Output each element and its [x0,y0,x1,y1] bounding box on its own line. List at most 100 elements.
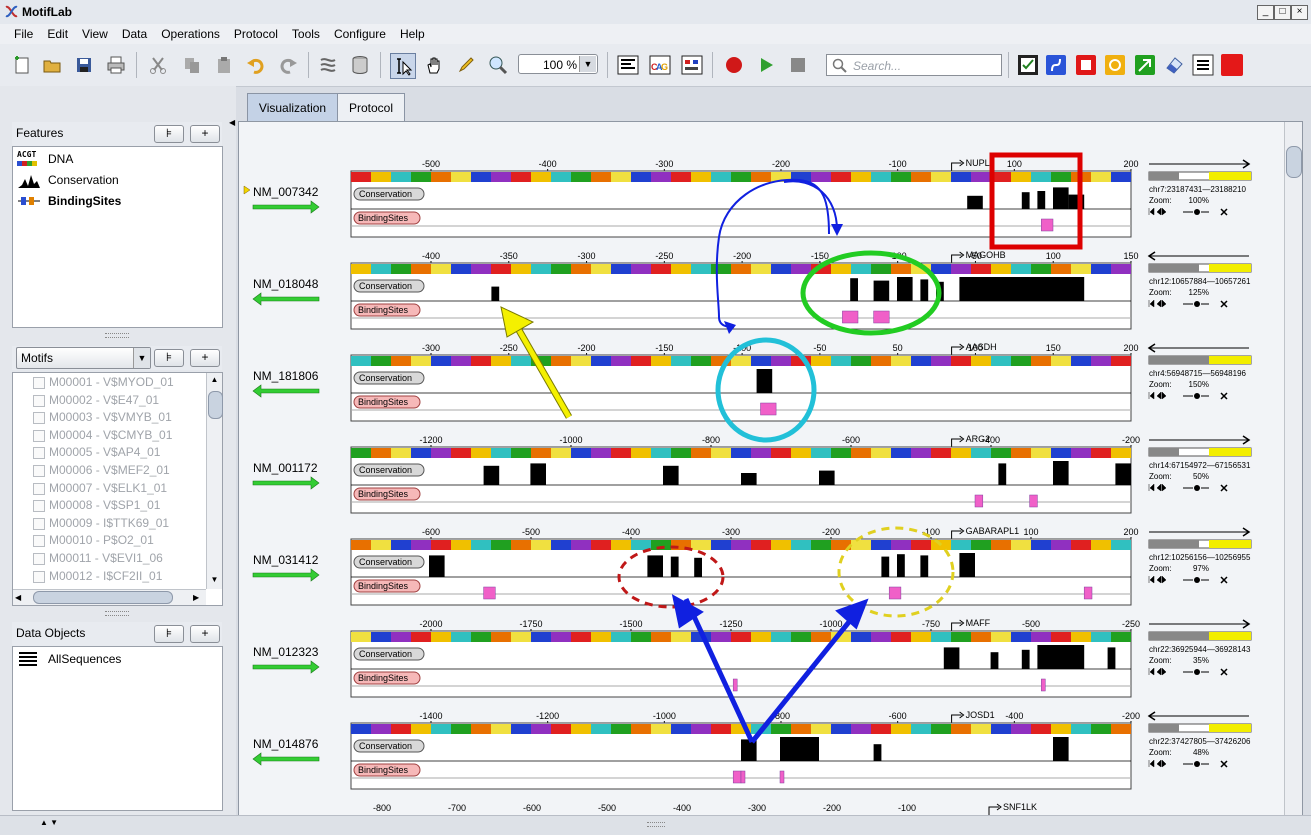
binding-site-mark[interactable] [483,586,496,600]
menu-lines-icon[interactable] [1191,53,1215,77]
close-track-icon[interactable] [1220,208,1228,216]
close-track-icon[interactable] [1220,484,1228,492]
play-icon[interactable] [754,53,778,77]
copy-icon[interactable] [180,53,204,77]
maximize-button[interactable]: □ [1274,5,1291,20]
motif-list-item[interactable]: M00006 - V$MEF2_01 [33,463,203,480]
square-marker-icon[interactable] [1074,53,1098,77]
chevron-down-icon[interactable]: ▼ [579,56,596,72]
zoom-slider-icon[interactable] [1194,393,1200,399]
motif-list-item[interactable]: M00001 - V$MYOD_01 [33,375,203,392]
hand-tool-icon[interactable] [422,53,446,77]
binding-site-mark[interactable] [1041,218,1054,232]
sequence-track-nm_012323[interactable]: NM_012323-2000 -1750 -1500 -1250 -1000 -750 -5… [252,618,1252,698]
binding-site-mark[interactable] [732,678,738,692]
close-track-icon[interactable] [1220,576,1228,584]
zoom-slider-icon[interactable] [1194,301,1200,307]
zoom-slider-icon[interactable] [1194,669,1200,675]
close-track-icon[interactable] [1220,668,1228,676]
motif-checkbox[interactable] [33,465,45,477]
motif-checkbox[interactable] [33,535,45,548]
close-track-icon[interactable] [1220,300,1228,308]
binding-site-mark[interactable] [760,402,777,416]
features-add-button[interactable]: + [190,125,220,143]
zoom-slider-icon[interactable] [1194,761,1200,767]
circle-marker-icon[interactable] [1103,53,1127,77]
motifs-options-button[interactable]: ⊧ [154,349,184,367]
menu-operations[interactable]: Operations [161,24,220,41]
minimize-button[interactable]: _ [1257,5,1274,20]
visualization-vertical-scrollbar[interactable] [1284,122,1302,815]
binding-site-mark[interactable] [888,586,902,600]
text-view-icon[interactable] [616,53,640,77]
motif-list-item[interactable]: M00012 - I$CF2II_01 [33,569,203,586]
scroll-arrows-icon[interactable] [1148,299,1167,308]
menu-view[interactable]: View [82,24,108,41]
binding-site-mark[interactable] [873,310,890,324]
scrollbar-thumb[interactable] [1286,146,1302,178]
features-options-button[interactable]: ⊧ [154,125,184,143]
binding-site-mark[interactable] [1029,494,1038,508]
undo-icon[interactable] [244,53,268,77]
menu-edit[interactable]: Edit [47,24,68,41]
chevron-down-icon[interactable]: ▼ [133,348,150,368]
zoom-slider-icon[interactable] [1194,485,1200,491]
motif-checkbox[interactable] [33,429,45,442]
splitter-handle[interactable] [105,611,129,616]
open-folder-icon[interactable] [40,53,64,77]
motif-list-item[interactable]: M00003 - V$VMYB_01 [33,410,203,427]
data-object-item[interactable]: AllSequences [15,650,215,668]
scroll-up-icon[interactable]: ▲ [207,373,222,387]
sequence-track-nm_018048[interactable]: NM_018048-400 -350 -300 -250 -200 -150 -100 -50… [252,250,1252,330]
motifs-vertical-scrollbar[interactable]: ▲ ▼ [206,373,223,589]
sequence-track-nm_181806[interactable]: NM_181806-300 -250 -200 -150 -100 -50 50 100 150… [252,342,1252,422]
sequence-track-nm_001172[interactable]: NM_001172-1200 -1000 -800 -600 -400 -200ARG2C… [252,434,1252,514]
feature-item-conservation[interactable]: Conservation [15,171,215,189]
close-track-icon[interactable] [1220,760,1228,768]
checkbox-toggle-icon[interactable] [1016,53,1040,77]
motif-checkbox[interactable] [33,377,45,389]
tab-protocol[interactable]: Protocol [337,93,405,122]
scroll-arrows-icon[interactable] [1148,207,1167,216]
motif-checkbox[interactable] [33,482,45,495]
data-objects-add-button[interactable]: + [190,625,220,643]
cut-icon[interactable] [146,53,170,77]
sequence-track-nm_031412[interactable]: NM_031412-600 -500 -400 -300 -200 -100 100 200G… [252,526,1252,606]
motif-checkbox[interactable] [33,394,45,407]
binding-site-mark[interactable] [779,770,785,784]
motifs-type-select[interactable]: Motifs ▼ [16,347,151,369]
curve-tool-icon[interactable] [1044,53,1068,77]
motif-checkbox[interactable] [33,500,45,513]
zoom-slider-icon[interactable] [1194,577,1200,583]
stop-icon[interactable] [786,53,810,77]
feature-item-bindingsites[interactable]: BindingSites [15,192,215,210]
scroll-arrows-icon[interactable] [1148,667,1167,676]
collapse-left-icon[interactable]: ◀ [229,118,235,128]
close-button[interactable]: × [1291,5,1308,20]
motif-list-item[interactable]: M00004 - V$CMYB_01 [33,428,203,445]
zoom-level-select[interactable]: 100 % ▼ [518,54,598,74]
motif-list-item[interactable]: M00009 - I$TTK69_01 [33,516,203,533]
scroll-arrows-icon[interactable] [1148,759,1167,768]
color-swatch-icon[interactable] [1220,53,1244,77]
pencil-tool-icon[interactable] [454,53,478,77]
menu-file[interactable]: File [14,24,33,41]
menu-data[interactable]: Data [122,24,147,41]
scroll-arrows-icon[interactable] [1148,483,1167,492]
binding-site-mark[interactable] [732,770,742,784]
scroll-left-icon[interactable]: ◀ [15,590,27,605]
motif-list-item[interactable]: M00010 - P$O2_01 [33,533,203,550]
motifs-horizontal-scrollbar[interactable]: ◀ ▶ [13,589,206,605]
compare-view-icon[interactable] [680,53,704,77]
motif-list-item[interactable]: M00005 - V$AP4_01 [33,445,203,462]
scroll-arrows-icon[interactable] [1148,575,1167,584]
motif-checkbox[interactable] [33,517,45,530]
zoom-tool-icon[interactable] [486,53,510,77]
scroll-right-icon[interactable]: ▶ [193,590,205,605]
print-icon[interactable] [104,53,128,77]
binding-site-mark[interactable] [842,310,859,324]
motifs-add-button[interactable]: + [190,349,220,367]
sequence-track-nm_007342[interactable]: NM_007342-500 -400 -300 -200 -100 100 200NUPL2… [243,158,1252,238]
search-input[interactable]: Search... [826,54,1002,76]
scroll-down-icon[interactable]: ▼ [207,573,222,587]
